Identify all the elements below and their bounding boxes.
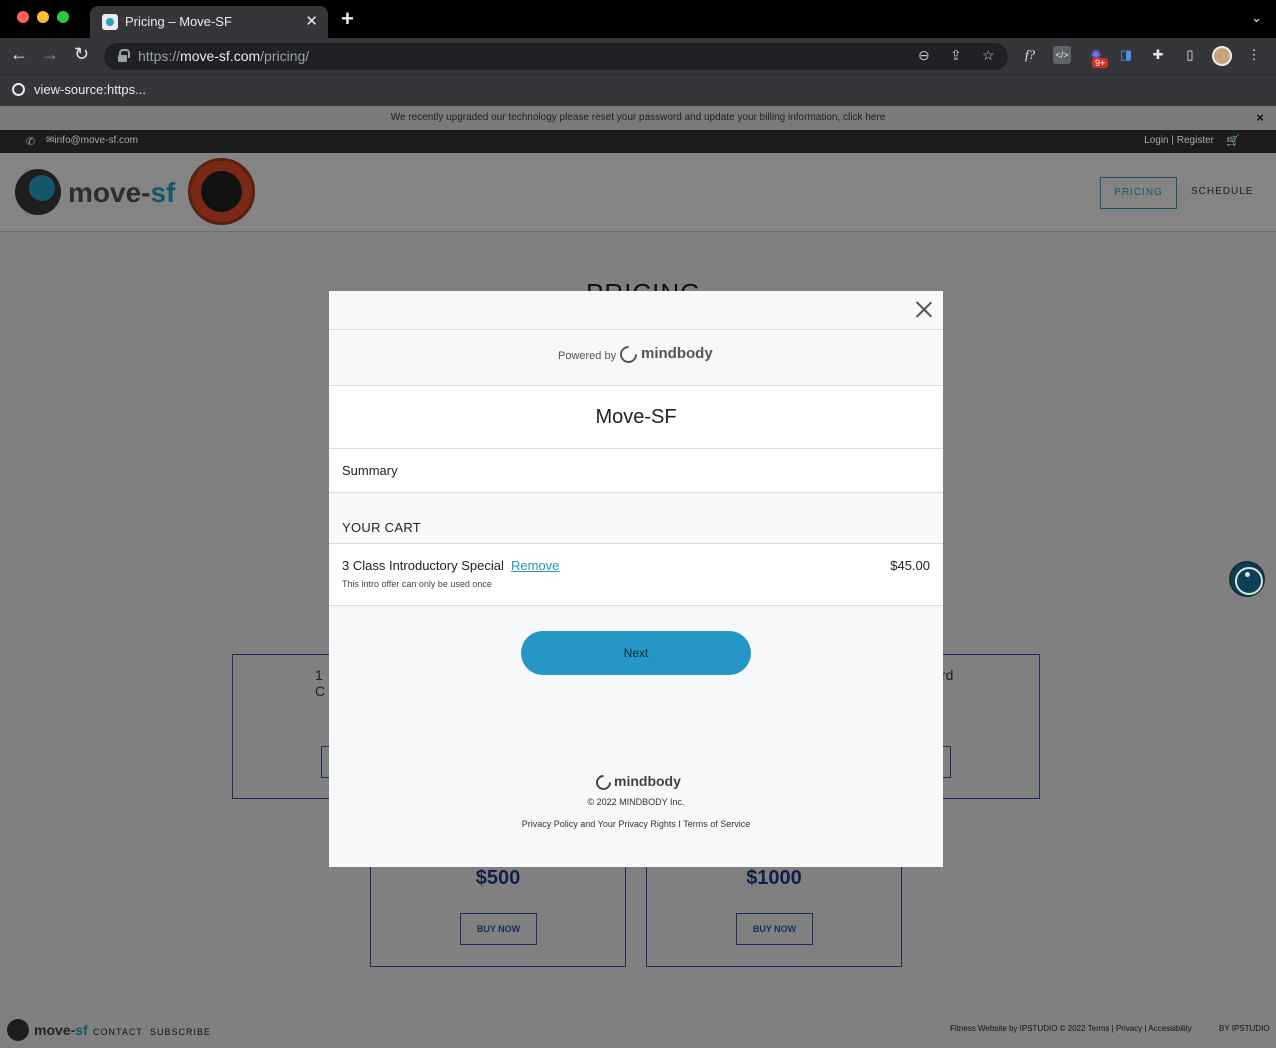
footer-logo-text[interactable]: move-sf <box>34 1022 88 1038</box>
profile-avatar[interactable] <box>1212 46 1232 66</box>
pricing-card: rd <box>940 654 1040 799</box>
pricing-card: $500 BUY NOW <box>370 867 626 967</box>
boxed-extension-icon[interactable]: ◨ <box>1117 46 1135 64</box>
email-link[interactable]: ✉info@move-sf.com <box>46 135 138 146</box>
site-header: move-sf PRICING SCHEDULE <box>0 153 1276 232</box>
window-close-button[interactable] <box>17 11 29 23</box>
accessibility-icon[interactable] <box>1229 561 1265 597</box>
back-arrow-icon[interactable]: ← <box>10 44 28 65</box>
pricing-card: $1000 BUY NOW <box>646 867 902 967</box>
mindbody-logo-text: mindbody <box>641 345 713 362</box>
site-contact-bar: ✆ ✉info@move-sf.com Login | Register 🛒 <box>0 130 1276 153</box>
footer-by-text[interactable]: BY IPSTUDIO <box>1219 1024 1270 1033</box>
lock-icon[interactable] <box>118 49 130 62</box>
tab-close-icon[interactable]: ✕ <box>305 12 318 30</box>
share-icon[interactable]: ⇪ <box>950 47 962 64</box>
cart-item-price: $45.00 <box>890 558 930 573</box>
modal-top-bar <box>329 291 943 330</box>
footer-credit-text[interactable]: Fitness Website by IPSTUDIO © 2022 Terms… <box>950 1024 1192 1033</box>
cart-title: YOUR CART <box>342 520 422 535</box>
code-extension-icon[interactable]: </> <box>1053 46 1071 64</box>
browser-menu-icon[interactable]: ⋮ <box>1245 46 1263 64</box>
nav-pricing[interactable]: PRICING <box>1100 177 1177 209</box>
phone-icon[interactable]: ✆ <box>26 135 35 148</box>
powered-by-row: Powered by mindbody <box>329 330 943 386</box>
cart-header: YOUR CART <box>329 493 943 544</box>
side-panel-icon[interactable]: ▯ <box>1181 46 1199 64</box>
studio-row: Move-SF <box>329 386 943 449</box>
notice-close-icon[interactable]: × <box>1256 106 1264 130</box>
cart-item: 3 Class Introductory Special Remove $45.… <box>329 544 943 606</box>
new-tab-button[interactable]: + <box>341 6 354 32</box>
browser-tab-bar: Pricing – Move-SF ✕ + ⌄ <box>0 0 1276 38</box>
footer-contact-link[interactable]: CONTACT <box>93 1027 143 1037</box>
notice-text[interactable]: We recently upgraded our technology plea… <box>391 112 886 123</box>
close-icon[interactable] <box>916 301 932 317</box>
footer-logo-icon[interactable] <box>7 1019 29 1041</box>
window-minimize-button[interactable] <box>37 11 49 23</box>
font-extension-icon[interactable]: f? <box>1021 46 1039 64</box>
powered-by-label: Powered by <box>558 350 617 362</box>
card-price: $500 <box>475 867 521 889</box>
site-footer: move-sf CONTACT SUBSCRIBE Fitness Websit… <box>0 1014 1276 1048</box>
cart-item-note: This intro offer can only be used once <box>342 579 492 589</box>
zoom-icon[interactable]: ⊖ <box>918 47 930 64</box>
globe-icon <box>12 83 25 96</box>
address-bar[interactable]: https://move-sf.com/pricing/ ⊖ ⇪ ☆ <box>104 43 1008 70</box>
cart-item-name: 3 Class Introductory Special <box>342 558 504 573</box>
browser-tab[interactable]: Pricing – Move-SF ✕ <box>90 6 328 38</box>
site-logo-text[interactable]: move-sf <box>68 177 175 209</box>
tab-title: Pricing – Move-SF <box>125 14 232 29</box>
studio-name: Move-SF <box>595 406 677 428</box>
extension-badge: 9+ <box>1092 58 1109 68</box>
bookmark-item[interactable]: view-source:https... <box>34 82 146 97</box>
checkout-modal: Powered by mindbody Move-SF Summary YOUR… <box>329 291 943 867</box>
browser-toolbar: ← → ↻ https://move-sf.com/pricing/ ⊖ ⇪ ☆… <box>0 38 1276 74</box>
cart-icon[interactable]: 🛒 <box>1226 134 1240 147</box>
buy-now-button[interactable]: BUY NOW <box>736 913 813 945</box>
reload-icon[interactable]: ↻ <box>74 44 89 65</box>
modal-copyright: © 2022 MINDBODY Inc. <box>587 797 685 807</box>
modal-legal-links[interactable]: Privacy Policy and Your Privacy Rights I… <box>329 819 943 829</box>
card-price: $1000 <box>746 867 802 889</box>
award-seal-icon <box>188 158 255 225</box>
bookmark-star-icon[interactable]: ☆ <box>982 47 995 64</box>
pricing-card: 1 C <box>232 654 332 799</box>
footer-subscribe-link[interactable]: SUBSCRIBE <box>150 1027 211 1037</box>
url-text[interactable]: https://move-sf.com/pricing/ <box>138 48 309 64</box>
bookmarks-bar: view-source:https... <box>0 74 1276 106</box>
next-button[interactable]: Next <box>521 631 751 675</box>
mindbody-footer-logo-text: mindbody <box>614 773 681 789</box>
tab-search-chevron-icon[interactable]: ⌄ <box>1251 10 1262 26</box>
mindbody-footer-logo-icon <box>592 771 615 794</box>
forward-arrow-icon[interactable]: → <box>41 44 59 65</box>
site-notice-banner[interactable]: We recently upgraded our technology plea… <box>0 106 1276 130</box>
mindbody-logo-icon <box>616 342 641 367</box>
nav-schedule[interactable]: SCHEDULE <box>1191 186 1253 197</box>
window-zoom-button[interactable] <box>57 11 69 23</box>
move-sf-logo-icon[interactable] <box>15 169 61 215</box>
buy-now-button[interactable]: BUY NOW <box>460 913 537 945</box>
summary-label: Summary <box>342 463 398 478</box>
summary-row: Summary <box>329 449 943 493</box>
extensions-puzzle-icon[interactable]: ✚ <box>1149 46 1167 64</box>
login-register-link[interactable]: Login | Register <box>1144 135 1214 146</box>
site-favicon-icon <box>102 14 118 30</box>
remove-item-link[interactable]: Remove <box>511 558 559 573</box>
